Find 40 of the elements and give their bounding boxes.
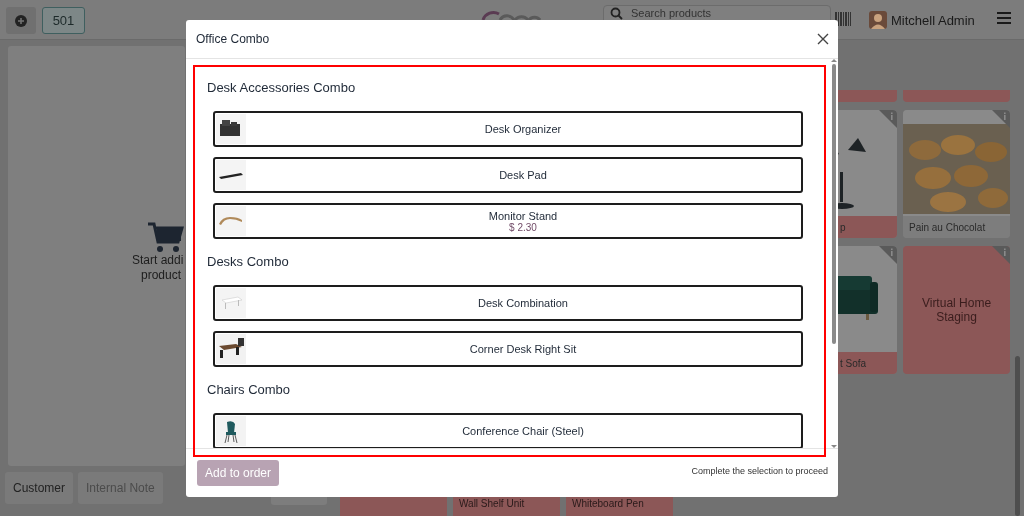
scroll-up-icon[interactable]	[831, 59, 837, 62]
info-icon[interactable]	[879, 246, 897, 264]
combo-option[interactable]: Monitor Stand $ 2.30	[213, 203, 803, 239]
product-name: Virtual Home Staging	[920, 296, 993, 324]
scroll-down-icon[interactable]	[831, 445, 837, 448]
combo-option[interactable]: Conference Chair (Steel)	[213, 413, 803, 448]
avatar-icon[interactable]	[869, 11, 887, 29]
product-thumbnail-icon	[216, 206, 246, 236]
order-button[interactable]: Customer	[5, 472, 73, 504]
close-button[interactable]	[817, 33, 829, 45]
logo-icon	[481, 9, 541, 20]
combo-option[interactable]: Desk Organizer	[213, 111, 803, 147]
info-icon[interactable]	[879, 110, 897, 128]
product-thumbnail-icon	[216, 114, 246, 144]
search-icon	[610, 7, 623, 20]
cart-icon	[148, 222, 184, 253]
close-icon	[817, 33, 829, 45]
combo-option[interactable]: Corner Desk Right Sit	[213, 331, 803, 367]
info-icon[interactable]	[992, 110, 1010, 128]
combo-option[interactable]: Desk Combination	[213, 285, 803, 321]
section-title: Chairs Combo	[207, 382, 292, 397]
product-card[interactable]: Virtual Home Staging	[903, 246, 1010, 374]
product-name: Whiteboard Pen	[572, 498, 644, 509]
combo-option[interactable]: Desk Pad	[213, 157, 803, 193]
section-title: Desks Combo	[207, 254, 290, 269]
scrollbar[interactable]	[830, 59, 838, 448]
product-name: Wall Shelf Unit	[459, 498, 525, 509]
plus-icon	[15, 14, 27, 27]
barcode-icon[interactable]	[835, 12, 851, 26]
add-button[interactable]	[6, 7, 36, 34]
dialog-title: Office Combo	[196, 32, 270, 46]
table-button[interactable]: 501	[42, 7, 85, 34]
hint-text: Complete the selection to proceed	[691, 466, 828, 476]
empty-cart-text: Start addi	[132, 253, 184, 268]
search-placeholder: Search products	[631, 7, 712, 19]
empty-cart-text: product	[141, 268, 182, 283]
section-title: Desk Accessories Combo	[207, 80, 357, 95]
menu-icon[interactable]	[996, 12, 1011, 24]
user-name[interactable]: Mitchell Admin	[891, 13, 975, 28]
product-thumbnail-icon	[216, 160, 246, 190]
